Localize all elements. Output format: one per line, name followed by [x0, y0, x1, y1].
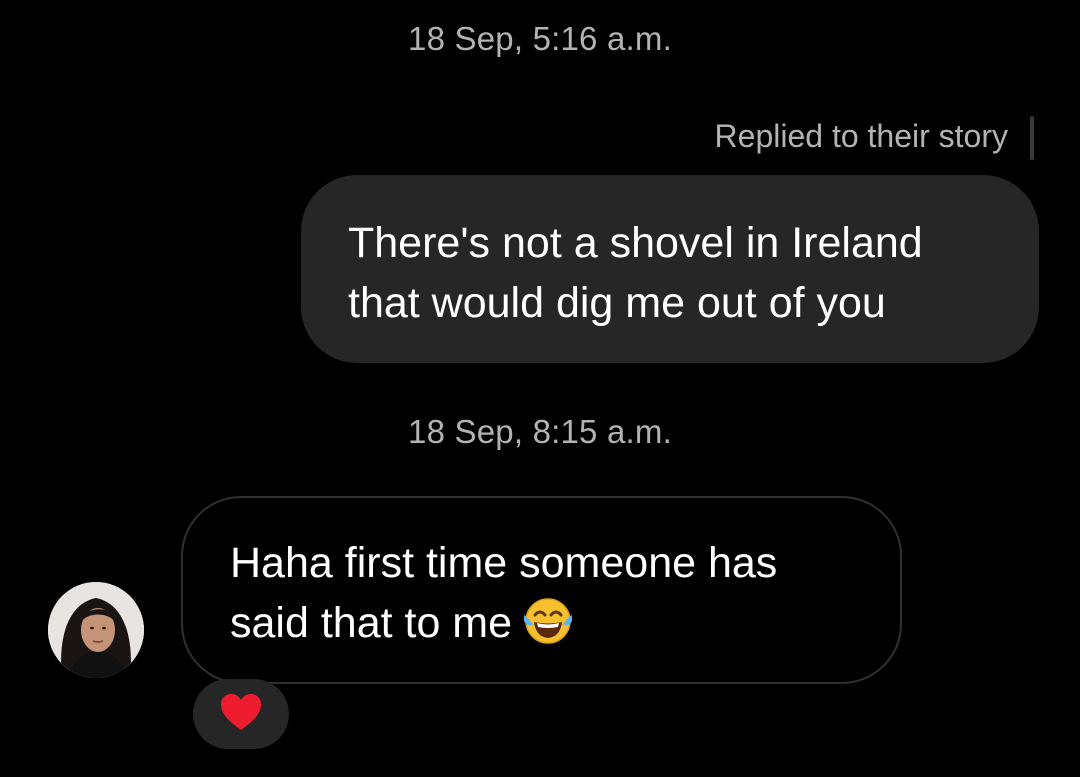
message-text-line: Haha first time someone has [230, 539, 778, 587]
message-text-line: There's not a shovel in Ireland [348, 219, 923, 267]
received-message-bubble[interactable]: Haha first time someone has said that to… [181, 496, 902, 684]
timestamp: 18 Sep, 8:15 a.m. [408, 413, 672, 450]
message-text-line: said that to me [230, 599, 513, 647]
message-text-line: that would dig me out of you [348, 279, 886, 327]
replied-to-story-label[interactable]: Replied to their story [715, 118, 1008, 155]
timestamp: 18 Sep, 5:16 a.m. [408, 20, 672, 57]
reaction-chip[interactable] [193, 679, 289, 749]
avatar-photo [48, 582, 144, 678]
avatar[interactable] [48, 582, 144, 678]
heart-icon [219, 692, 263, 737]
sent-message-bubble[interactable]: There's not a shovel in Ireland that wou… [301, 175, 1039, 363]
face-with-tears-of-joy-icon [522, 595, 574, 663]
story-reply-indicator [1030, 116, 1034, 160]
